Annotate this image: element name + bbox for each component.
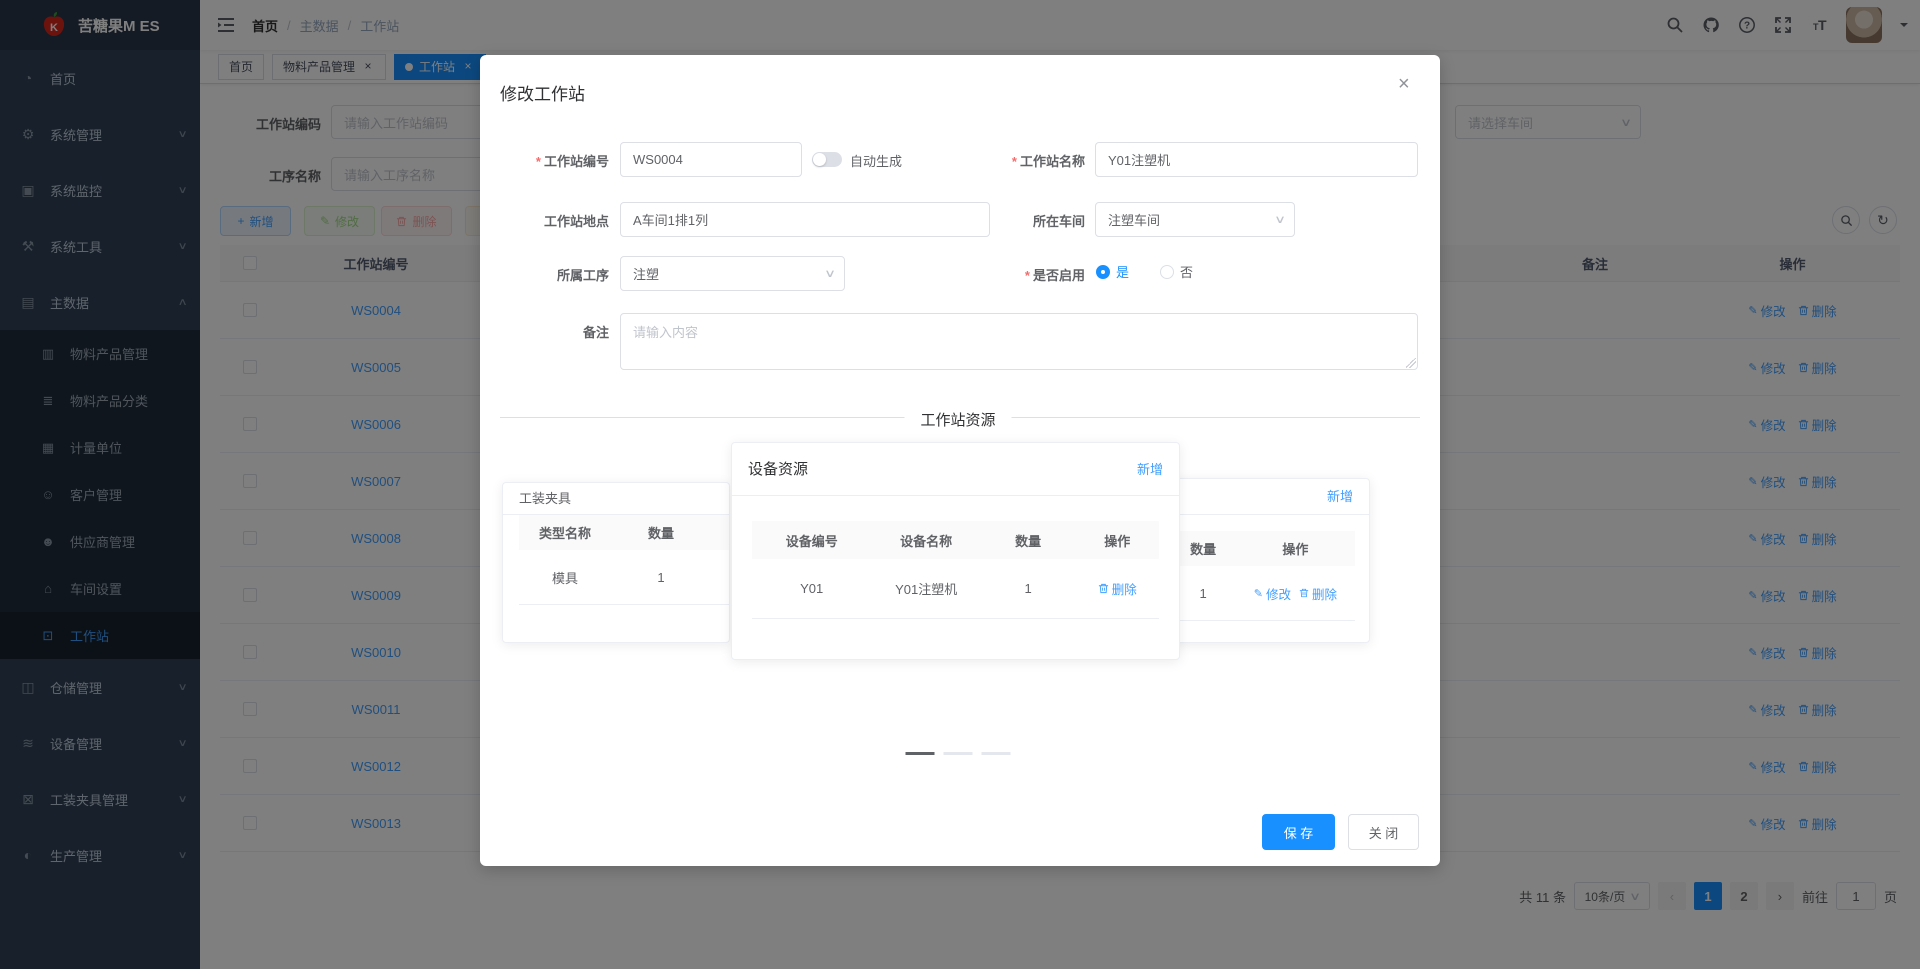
edit-icon: ✎ [1253,587,1264,600]
workshop-field-label: 所在车间 [1032,214,1085,229]
dialog-close-button[interactable]: 关 闭 [1348,814,1419,850]
carousel-indicator-2[interactable] [943,752,973,755]
side-col-qty: 数量 [1190,542,1217,557]
remark-field-label: 备注 [582,325,609,340]
auto-generate-label: 自动生成 [850,154,903,169]
trash-icon [1299,588,1309,598]
station-name-field-label: * 工作站名称 [1011,154,1085,169]
equipment-resource-panel: 设备资源 新增 设备编号 设备名称 数量 操作 Y01 Y01注塑机 1 删除 [731,442,1180,660]
station-code-field-label: * 工作站编号 [535,154,609,169]
side-edit-button[interactable]: ✎ 修改 [1254,584,1291,603]
equipment-row: Y01 Y01注塑机 1 删除 [752,559,1159,619]
app: K 苦糖果M ES ◔首页⚙系统管理∨▣系统监控∨⚒系统工具∨▤主数据∧▥物料产… [0,0,1920,969]
side-add-link[interactable]: 新增 [1327,479,1353,515]
fixture-row: 模具 1 ✎修改 [519,550,729,605]
chevron-down-icon: ∨ [1273,214,1287,226]
equipment-delete-button[interactable]: 删除 [1098,579,1137,598]
carousel-indicator-1[interactable] [905,752,935,755]
equipment-panel-title: 设备资源 [748,461,809,478]
station-code-field[interactable]: WS0004 [620,142,802,177]
save-button[interactable]: 保 存 [1262,814,1335,850]
equipment-col-name: 设备名称 [900,533,953,549]
location-field-label: 工作站地点 [543,214,609,229]
enabled-no-radio[interactable]: 否 [1160,262,1193,281]
enabled-field-label: * 是否启用 [1024,268,1085,283]
side-delete-button[interactable]: 删除 [1299,584,1337,603]
enabled-yes-radio[interactable]: 是 [1096,262,1129,281]
station-name-field[interactable]: Y01注塑机 [1095,142,1418,177]
resize-grip[interactable] [1406,358,1416,368]
workshop-field-select[interactable]: 注塑车间 ∨ [1095,202,1295,237]
dialog-title: 修改工作站 [500,85,585,104]
equipment-col-code: 设备编号 [785,533,838,549]
fixture-panel-title: 工装夹具 [519,491,572,506]
equipment-add-link[interactable]: 新增 [1137,443,1163,496]
carousel-indicator-3[interactable] [981,752,1011,755]
process-field-select[interactable]: 注塑 ∨ [620,256,845,291]
auto-generate-toggle[interactable] [812,152,842,167]
remark-field[interactable] [620,313,1418,370]
process-field-label: 所属工序 [556,268,609,283]
location-field[interactable]: A车间1排1列 [620,202,990,237]
carousel-indicators [905,752,1011,755]
equipment-col-actions: 操作 [1104,533,1131,549]
side-col-actions: 操作 [1282,542,1309,557]
trash-icon [1098,583,1109,594]
edit-workstation-dialog: 修改工作站 × * 工作站编号 WS0004 自动生成 * 工作站名称 Y01注塑机… [480,55,1440,866]
resource-divider-title: 工作站资源 [904,409,1012,430]
equipment-col-qty: 数量 [1015,533,1042,549]
fixture-col-qty: 数量 [647,526,674,541]
fixture-resource-panel: 工装夹具 类型名称 数量 模具 1 ✎修改 [502,482,730,643]
fixture-col-type: 类型名称 [538,526,591,541]
close-icon[interactable]: × [1398,73,1410,96]
chevron-down-icon: ∨ [823,268,837,280]
